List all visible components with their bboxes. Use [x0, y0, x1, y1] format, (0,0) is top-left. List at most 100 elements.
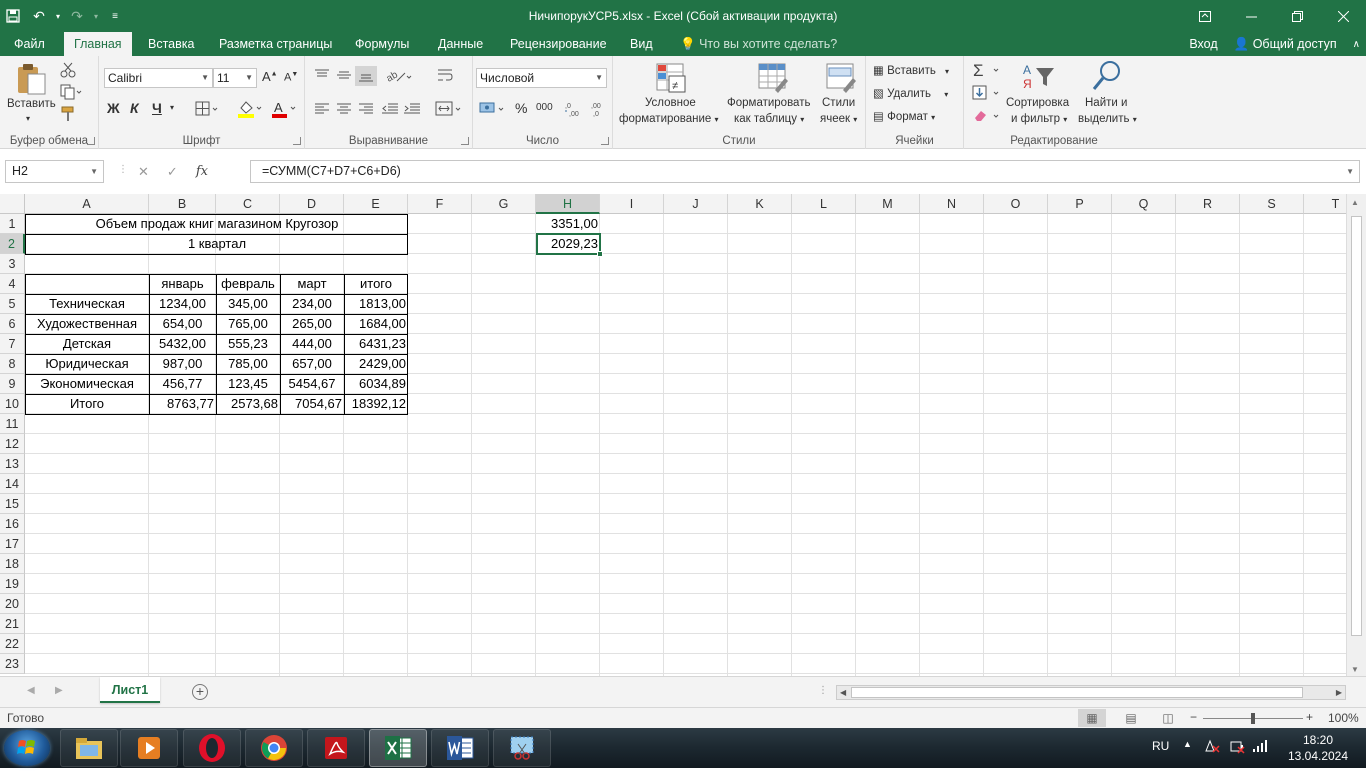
row-header-7[interactable]: 7	[0, 334, 25, 354]
row-header-16[interactable]: 16	[0, 514, 25, 534]
row-header-4[interactable]: 4	[0, 274, 25, 294]
undo-icon[interactable]: ↶	[26, 0, 52, 32]
delete-cells-button[interactable]: ▧ Удалить ▾	[873, 86, 948, 100]
decrease-font-icon[interactable]: A▼	[284, 71, 298, 84]
table-header-cell[interactable]: итого	[344, 274, 408, 294]
table-cell[interactable]: 6034,89	[344, 374, 408, 394]
share-button[interactable]: 👤 Общий доступ	[1234, 37, 1337, 52]
cancel-entry-icon[interactable]: ✕	[138, 164, 149, 180]
clipboard-launcher-icon[interactable]	[87, 137, 95, 145]
tab-insert[interactable]: Вставка	[138, 32, 204, 56]
table-cell[interactable]: 1234,00	[149, 294, 216, 314]
page-break-view-icon[interactable]: ◫	[1154, 709, 1182, 727]
vertical-scrollbar[interactable]: ▲ ▼	[1346, 194, 1366, 676]
table-header-cell[interactable]: январь	[149, 274, 216, 294]
taskbar-excel-icon[interactable]	[369, 729, 427, 767]
tab-file[interactable]: Файл	[4, 32, 55, 56]
row-header-20[interactable]: 20	[0, 594, 25, 614]
format-as-table-label-1[interactable]: Форматировать	[727, 97, 810, 109]
scroll-down-icon[interactable]: ▼	[1351, 665, 1359, 674]
taskbar-snipping-tool-icon[interactable]	[493, 729, 551, 767]
table-cell[interactable]: Художественная	[25, 314, 149, 334]
copy-icon[interactable]	[60, 84, 82, 103]
scroll-left-icon[interactable]: ◀	[840, 686, 846, 699]
formula-bar-splitter-icon[interactable]: ⋮	[118, 164, 128, 175]
minimize-icon[interactable]	[1228, 0, 1274, 32]
vertical-scroll-thumb[interactable]	[1351, 216, 1362, 636]
cell-styles-icon[interactable]	[825, 62, 857, 97]
select-all-corner[interactable]	[0, 194, 25, 214]
column-header-e[interactable]: E	[344, 194, 408, 214]
row-header-22[interactable]: 22	[0, 634, 25, 654]
merge-center-icon[interactable]	[435, 101, 463, 120]
table-cell[interactable]: 657,00	[280, 354, 344, 374]
add-sheet-icon[interactable]: +	[192, 684, 208, 700]
row-header-19[interactable]: 19	[0, 574, 25, 594]
taskbar-file-explorer-icon[interactable]	[60, 729, 118, 767]
table-cell[interactable]: 987,00	[149, 354, 216, 374]
zoom-in-icon[interactable]: +	[1306, 710, 1313, 724]
find-select-icon[interactable]	[1092, 60, 1122, 95]
increase-font-icon[interactable]: A▲	[262, 69, 278, 84]
table-cell[interactable]: Техническая	[25, 294, 149, 314]
column-header-a[interactable]: A	[25, 194, 149, 214]
underline-dropdown-icon[interactable]: ▾	[170, 103, 174, 112]
column-header-q[interactable]: Q	[1112, 194, 1176, 214]
align-bottom-icon[interactable]	[355, 66, 377, 86]
ribbon-display-options-icon[interactable]	[1182, 0, 1228, 32]
row-header-15[interactable]: 15	[0, 494, 25, 514]
table-cell[interactable]: Итого	[25, 394, 149, 414]
wrap-text-icon[interactable]	[437, 68, 453, 87]
font-size-combo[interactable]: 11 ▼	[213, 68, 257, 88]
align-right-icon[interactable]	[358, 102, 374, 119]
row-header-21[interactable]: 21	[0, 614, 25, 634]
tab-page-layout[interactable]: Разметка страницы	[209, 32, 342, 56]
tab-splitter-icon[interactable]: ⋮	[818, 685, 828, 696]
next-sheet-icon[interactable]: ▶	[55, 685, 63, 696]
paste-icon[interactable]	[14, 62, 48, 99]
table-header-cell[interactable]	[25, 274, 149, 294]
fill-icon[interactable]	[972, 84, 1002, 105]
column-header-m[interactable]: M	[856, 194, 920, 214]
customize-qat-icon[interactable]: ≡	[102, 0, 128, 32]
table-cell[interactable]: 444,00	[280, 334, 344, 354]
find-select-label-1[interactable]: Найти и	[1085, 97, 1127, 109]
row-header-2[interactable]: 2	[0, 234, 25, 254]
table-cell[interactable]: 785,00	[216, 354, 280, 374]
column-header-c[interactable]: C	[216, 194, 280, 214]
tell-me-search[interactable]: 💡 Что вы хотите сделать?	[680, 32, 837, 56]
zoom-out-icon[interactable]: −	[1190, 710, 1197, 724]
taskbar-word-icon[interactable]	[431, 729, 489, 767]
italic-button[interactable]: К	[130, 100, 139, 116]
sort-filter-label-1[interactable]: Сортировка	[1006, 97, 1069, 109]
tab-formulas[interactable]: Формулы	[345, 32, 419, 56]
zoom-level[interactable]: 100%	[1328, 711, 1359, 725]
orientation-icon[interactable]: ab	[385, 68, 413, 87]
borders-icon[interactable]	[195, 101, 221, 120]
page-layout-view-icon[interactable]: ▤	[1117, 709, 1145, 727]
sort-filter-button[interactable]: и фильтр ▾	[1011, 113, 1067, 125]
clock[interactable]: 18:20 13.04.2024	[1286, 733, 1350, 773]
table-cell[interactable]: 5432,00	[149, 334, 216, 354]
table-cell[interactable]: 1813,00	[344, 294, 408, 314]
column-header-o[interactable]: O	[984, 194, 1048, 214]
column-header-r[interactable]: R	[1176, 194, 1240, 214]
table-title[interactable]: Объем продаж книг магазином Кругозор	[25, 214, 409, 234]
increase-decimal-icon[interactable]: ,0,00	[565, 100, 583, 121]
column-header-i[interactable]: I	[600, 194, 664, 214]
row-header-17[interactable]: 17	[0, 534, 25, 554]
column-header-t[interactable]: T	[1304, 194, 1346, 214]
table-cell[interactable]: Детская	[25, 334, 149, 354]
worksheet-grid[interactable]: ABCDEFGHIJKLMNOPQRST 1 2 3 4 5 6 7 8 9 10 11 12 13 14…	[0, 194, 1346, 676]
autosum-icon[interactable]: Σ	[972, 61, 1002, 82]
table-cell[interactable]: 765,00	[216, 314, 280, 334]
column-header-s[interactable]: S	[1240, 194, 1304, 214]
column-header-n[interactable]: N	[920, 194, 984, 214]
zoom-slider[interactable]	[1203, 713, 1303, 724]
table-cell[interactable]: 456,77	[149, 374, 216, 394]
increase-indent-icon[interactable]	[403, 102, 421, 119]
prev-sheet-icon[interactable]: ◀	[27, 685, 35, 696]
table-cell[interactable]: 234,00	[280, 294, 344, 314]
table-cell[interactable]: 2429,00	[344, 354, 408, 374]
tab-data[interactable]: Данные	[428, 32, 493, 56]
